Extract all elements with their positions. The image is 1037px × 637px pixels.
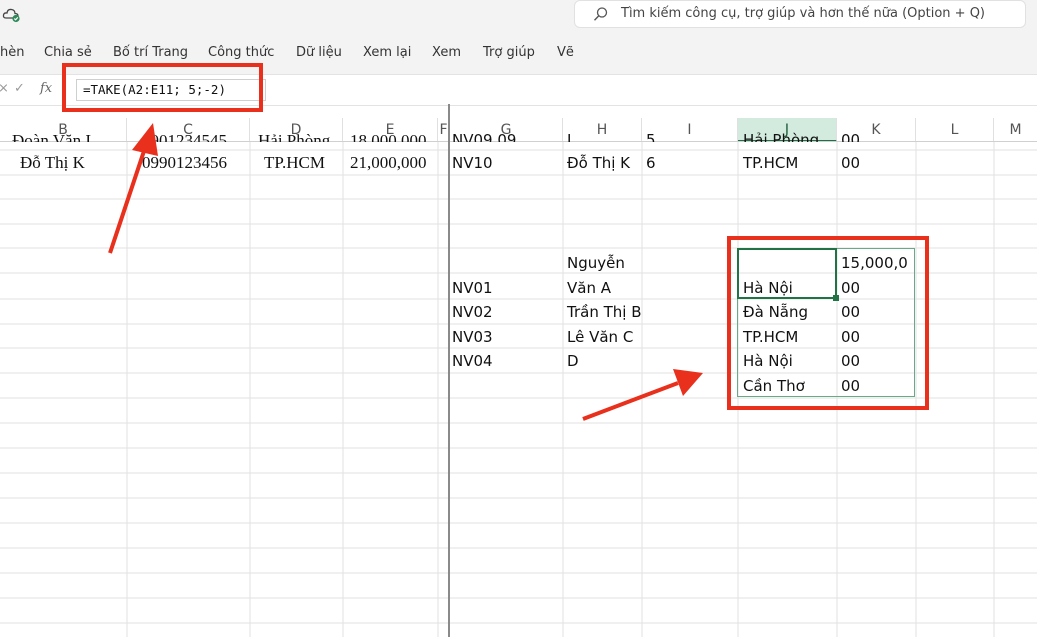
annotation-arrows — [108, 123, 703, 421]
arrow-to-formula-line — [108, 147, 147, 254]
arrow-to-formula-head — [132, 123, 158, 156]
arrow-to-result-line — [582, 381, 679, 421]
